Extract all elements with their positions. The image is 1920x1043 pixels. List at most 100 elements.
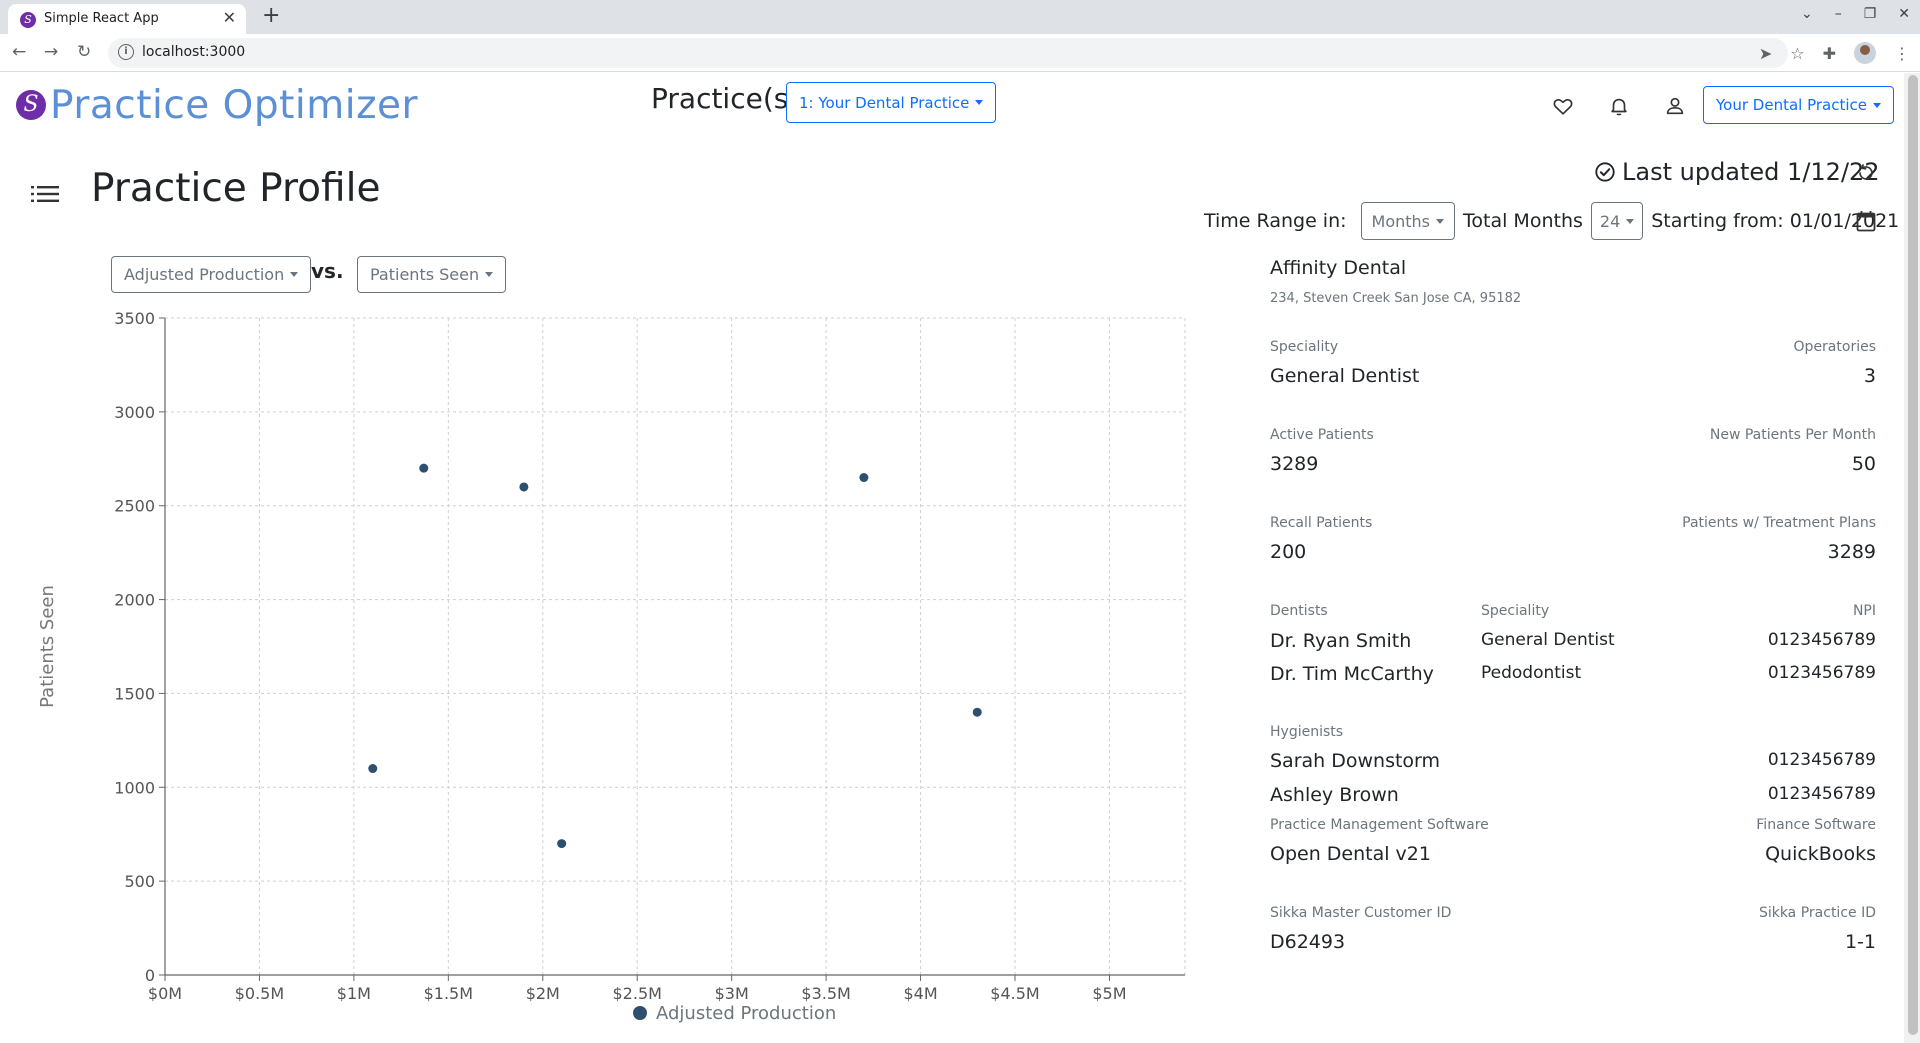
y-axis-title: Patients Seen	[37, 585, 58, 708]
y-metric-value: Patients Seen	[370, 265, 480, 284]
x-tick-label: $5M	[1092, 984, 1126, 1003]
extensions-icon[interactable]: ✚	[1823, 44, 1836, 63]
hygienists-label: Hygienists	[1270, 724, 1344, 740]
vs-label: vs.	[311, 259, 344, 283]
y-tick-label: 3000	[114, 403, 155, 422]
pms-label: Practice Management Software	[1270, 817, 1489, 833]
time-unit-select[interactable]: Months	[1360, 202, 1456, 240]
recall-patients-label: Recall Patients	[1270, 515, 1373, 531]
total-months-select[interactable]: 24	[1590, 202, 1644, 240]
user-icon[interactable]	[1664, 95, 1686, 117]
operatories-value: 3	[1863, 365, 1876, 387]
x-tick-label: $0M	[148, 984, 182, 1003]
y-tick-label: 2500	[114, 497, 155, 516]
site-info-icon[interactable]: i	[118, 44, 134, 60]
heart-icon[interactable]	[1552, 95, 1574, 117]
toolbar-actions: ➤ ☆ ✚ ⋮	[1759, 42, 1910, 64]
x-tick-label: $4M	[903, 984, 937, 1003]
app-title[interactable]: Practice Optimizer	[50, 83, 418, 128]
caret-down-icon	[1626, 218, 1635, 224]
browser-menu-icon[interactable]: ⋮	[1894, 44, 1910, 63]
tab-close-icon[interactable]: ✕	[223, 8, 236, 27]
back-icon[interactable]: ←	[12, 42, 26, 62]
sikka-customer-value: D62493	[1270, 931, 1346, 953]
dentist-speciality-label: Speciality	[1481, 603, 1550, 619]
practices-label: Practice(s)	[651, 82, 800, 115]
hygienist-npi: 0123456789	[1767, 784, 1876, 804]
address-bar[interactable]: i localhost:3000	[108, 38, 1788, 68]
dentist-name: Dr. Tim McCarthy	[1270, 663, 1434, 685]
check-circle-icon	[1595, 162, 1615, 182]
bell-icon[interactable]	[1608, 95, 1630, 117]
browser-tab[interactable]: S Simple React App ✕	[8, 4, 246, 34]
total-months-value: 24	[1599, 211, 1621, 231]
x-tick-label: $2M	[526, 984, 560, 1003]
caret-down-icon	[975, 100, 984, 105]
new-patients-value: 50	[1851, 453, 1876, 475]
hygienist-name: Ashley Brown	[1270, 784, 1399, 806]
account-select[interactable]: Your Dental Practice	[1703, 86, 1894, 124]
new-tab-icon[interactable]: +	[262, 3, 280, 28]
caret-down-icon	[1873, 102, 1881, 108]
account-select-label: Your Dental Practice	[1716, 96, 1867, 114]
new-patients-label: New Patients Per Month	[1709, 427, 1876, 443]
tab-search-icon[interactable]: ⌄	[1801, 6, 1813, 22]
list-menu-icon[interactable]	[31, 184, 59, 204]
forward-icon[interactable]: →	[44, 42, 58, 62]
page-title: Practice Profile	[91, 166, 381, 211]
window-close-icon[interactable]: ✕	[1898, 6, 1910, 22]
pms-value: Open Dental v21	[1270, 843, 1431, 865]
x-tick-label: $3M	[715, 984, 749, 1003]
reload-icon[interactable]: ↻	[77, 42, 91, 62]
restore-icon[interactable]: ❐	[1864, 6, 1877, 22]
caret-down-icon	[290, 272, 299, 277]
time-range-controls: Time Range in: Months Total Months 24 St…	[1204, 202, 1899, 240]
legend-marker	[633, 1006, 647, 1020]
treatment-plans-value: 3289	[1827, 541, 1876, 563]
dentist-npi: 0123456789	[1767, 663, 1876, 683]
speciality-label: Speciality	[1270, 339, 1339, 355]
y-tick-label: 0	[145, 966, 155, 985]
npi-label: NPI	[1852, 603, 1876, 619]
last-updated-text: Last updated 1/12/22	[1622, 158, 1880, 186]
scatter-chart: $0M $0.5M $1M $1.5M $2M $2.5M $3M $3.5M $4M $4.5M…	[37, 309, 1186, 1024]
x-metric-select[interactable]: Adjusted Production	[111, 256, 312, 293]
y-tick-label: 1000	[114, 778, 155, 797]
refresh-icon[interactable]	[1855, 162, 1877, 184]
legend-label: Adjusted Production	[656, 1003, 836, 1024]
y-tick-label: 3500	[114, 309, 155, 328]
y-tick-label: 1500	[114, 684, 155, 703]
send-icon[interactable]: ➤	[1759, 44, 1772, 63]
dentist-name: Dr. Ryan Smith	[1270, 630, 1412, 652]
x-tick-label: $4.5M	[990, 984, 1039, 1003]
data-point	[859, 473, 869, 483]
data-point	[557, 839, 567, 849]
x-tick-label: $1.5M	[424, 984, 473, 1003]
app-logo-icon[interactable]: S	[16, 90, 46, 120]
time-range-label: Time Range in:	[1204, 210, 1347, 232]
hygienist-npi: 0123456789	[1767, 750, 1876, 770]
data-point	[972, 707, 982, 717]
minimize-icon[interactable]: –	[1835, 6, 1842, 22]
page-scrollbar-thumb[interactable]	[1908, 75, 1918, 1035]
dentists-label: Dentists	[1270, 603, 1328, 619]
time-unit-value: Months	[1371, 211, 1431, 231]
hygienist-name: Sarah Downstorm	[1270, 750, 1441, 772]
practice-select[interactable]: 1: Your Dental Practice	[786, 82, 997, 123]
profile-avatar[interactable]	[1854, 42, 1876, 64]
app-favicon-icon: S	[20, 12, 36, 28]
y-metric-select[interactable]: Patients Seen	[357, 256, 507, 293]
x-tick-label: $1M	[337, 984, 371, 1003]
calendar-icon[interactable]	[1856, 210, 1876, 232]
x-tick-label: $3.5M	[801, 984, 850, 1003]
caret-down-icon	[1436, 218, 1445, 224]
bookmark-star-icon[interactable]: ☆	[1790, 44, 1804, 63]
recall-patients-value: 200	[1270, 541, 1307, 563]
speciality-value: General Dentist	[1270, 365, 1420, 387]
x-tick-label: $2.5M	[613, 984, 662, 1003]
url-text[interactable]: localhost:3000	[142, 44, 245, 60]
treatment-plans-label: Patients w/ Treatment Plans	[1682, 515, 1876, 531]
data-point	[368, 764, 378, 774]
y-tick-label: 2000	[114, 591, 155, 610]
data-point	[419, 463, 429, 473]
